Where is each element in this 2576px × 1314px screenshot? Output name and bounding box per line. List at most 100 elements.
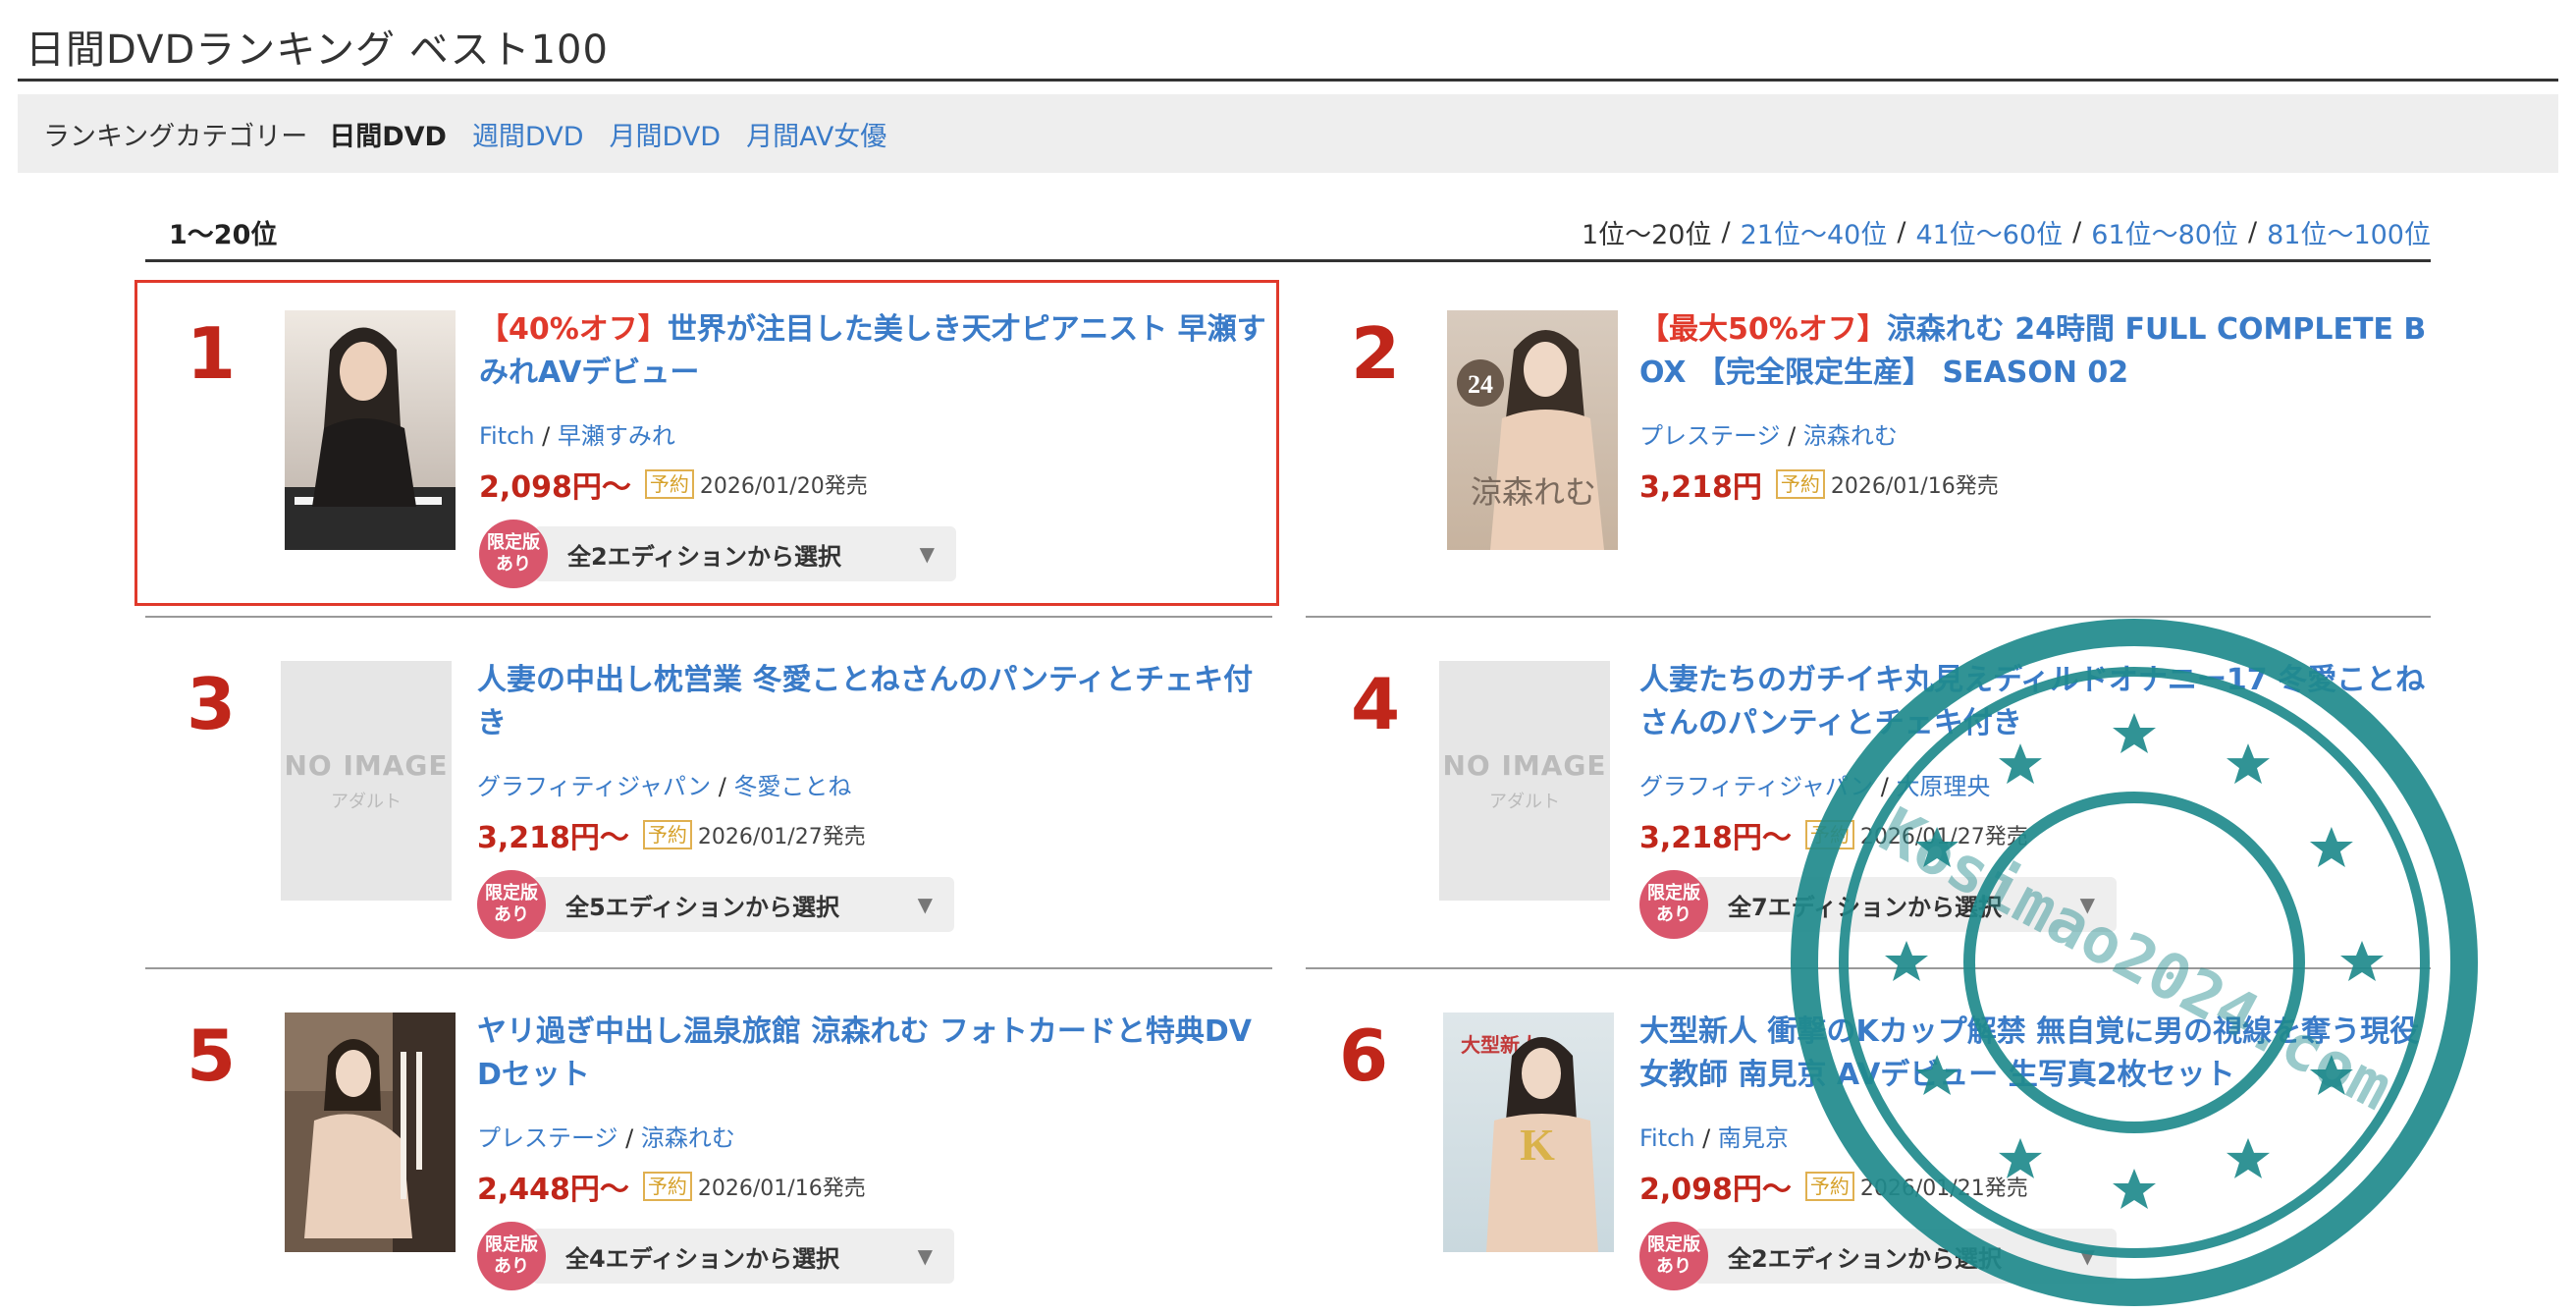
maker-link[interactable]: グラフィティジャパン xyxy=(1639,773,1873,800)
edition-select[interactable]: 全2エディションから選択 ▼ xyxy=(534,526,956,581)
release-date: 2026/01/20発売 xyxy=(699,474,868,499)
title-line-2: Dセット xyxy=(477,1058,590,1092)
actress-link[interactable]: 冬愛ことね xyxy=(733,773,851,800)
limited-edition-badge: 限定版 あり xyxy=(479,520,548,588)
edition-select-label: 全7エディションから選択 xyxy=(1728,893,2003,921)
price: 3,218円 xyxy=(1639,470,1762,505)
price: 2,098円〜 xyxy=(1639,1173,1792,1207)
edition-select[interactable]: 全7エディションから選択 ▼ xyxy=(1694,877,2117,932)
current-range-label: 1〜20位 xyxy=(169,219,278,250)
product-title-link[interactable]: 人妻の中出し枕営業 冬愛ことねさんのパンティとチェキ付 き xyxy=(477,659,1272,745)
pager-21-40[interactable]: 21位〜40位 xyxy=(1741,213,1888,251)
ranking-entry: 5 ヤリ過ぎ中出し温泉旅館 涼森れむ フォトカードと特典DV Dセット プレステ… xyxy=(145,985,1284,1309)
pager-81-100[interactable]: 81位〜100位 xyxy=(2267,213,2431,251)
promo-label: 【最大50%オフ】 xyxy=(1639,312,1887,347)
category-monthly-dvd[interactable]: 月間DVD xyxy=(610,115,722,153)
limited-edition-badge: 限定版 あり xyxy=(477,870,546,939)
maker-link[interactable]: プレステージ xyxy=(477,1124,618,1152)
chevron-down-icon: ▼ xyxy=(919,542,935,566)
title-divider xyxy=(18,79,2558,82)
title-line-2: みれAVデビュー xyxy=(479,356,700,390)
limited-label: 限定版 xyxy=(1647,883,1700,903)
no-image-sub: アダルト xyxy=(1489,791,1560,812)
product-title-link[interactable]: 【最大50%オフ】涼森れむ 24時間 FULL COMPLETE B OX 【完… xyxy=(1639,308,2435,395)
price-line: 3,218円〜 予約 2026/01/27発売 xyxy=(477,813,1272,856)
edition-select[interactable]: 全5エディションから選択 ▼ xyxy=(532,877,954,932)
pager-41-60[interactable]: 41位〜60位 xyxy=(1915,213,2063,251)
maker-link[interactable]: Fitch xyxy=(479,422,535,450)
edition-line: 限定版 あり 全2エディションから選択 ▼ xyxy=(479,520,1274,588)
maker-line: プレステージ / 涼森れむ xyxy=(1639,422,1898,450)
limited-label: 限定版 xyxy=(485,883,538,903)
product-title-link[interactable]: ヤリ過ぎ中出し温泉旅館 涼森れむ フォトカードと特典DV Dセット xyxy=(477,1011,1272,1097)
category-daily-dvd[interactable]: 日間DVD xyxy=(329,115,447,153)
no-image-label: NO IMAGE xyxy=(1442,748,1607,782)
release-date: 2026/01/16発売 xyxy=(697,1177,866,1201)
product-image-placeholder[interactable]: NO IMAGE アダルト xyxy=(1439,661,1610,901)
actress-link[interactable]: 涼森れむ xyxy=(1803,422,1898,450)
product-image[interactable]: 24 涼森れむ xyxy=(1447,310,1618,550)
title-line-2: 女教師 南見京 AVデビュー 生写真2枚セット xyxy=(1639,1058,2235,1092)
rank-number: 3 xyxy=(186,663,237,745)
product-title-link[interactable]: 【40%オフ】世界が注目した美しき天才ピアニスト 早瀬す みれAVデビュー xyxy=(479,308,1274,395)
edition-line: 限定版 あり 全7エディションから選択 ▼ xyxy=(1639,870,2435,939)
product-image[interactable]: 大型新人 K xyxy=(1443,1013,1614,1252)
category-monthly-actress[interactable]: 月間AV女優 xyxy=(746,115,886,153)
category-label: ランキングカテゴリー xyxy=(43,121,308,152)
product-image-placeholder[interactable]: NO IMAGE アダルト xyxy=(281,661,452,901)
maker-link[interactable]: プレステージ xyxy=(1639,422,1781,450)
maker-link[interactable]: グラフィティジャパン xyxy=(477,773,711,800)
release-date: 2026/01/27発売 xyxy=(697,825,866,849)
maker-line: プレステージ / 涼森れむ xyxy=(477,1124,735,1152)
rank-number: 6 xyxy=(1338,1014,1389,1097)
ranking-category-bar: ランキングカテゴリー 日間DVD 週間DVD 月間DVD 月間AV女優 xyxy=(18,94,2558,173)
pager-separator: / xyxy=(2072,216,2082,247)
actress-link[interactable]: 大原理央 xyxy=(1896,773,1990,800)
no-image-sub: アダルト xyxy=(331,791,402,812)
title-line-2: さんのパンティとチェキ付き xyxy=(1639,706,2022,740)
pager-separator: / xyxy=(1721,216,1731,247)
edition-select[interactable]: 全2エディションから選択 ▼ xyxy=(1694,1229,2117,1284)
actress-link[interactable]: 早瀬すみれ xyxy=(558,422,675,450)
edition-select[interactable]: 全4エディションから選択 ▼ xyxy=(532,1229,954,1284)
price: 3,218円〜 xyxy=(477,821,629,855)
rank-number: 5 xyxy=(186,1014,237,1097)
promo-label: 【40%オフ】 xyxy=(479,312,668,347)
limited-label: 限定版 xyxy=(1647,1234,1700,1255)
edition-line: 限定版 あり 全2エディションから選択 ▼ xyxy=(1639,1222,2435,1290)
price-line: 2,448円〜 予約 2026/01/16発売 xyxy=(477,1165,1272,1208)
image-badge: 24 xyxy=(1468,370,1493,399)
title-line-1: 世界が注目した美しき天才ピアニスト 早瀬す xyxy=(667,312,1266,347)
reservation-badge: 予約 xyxy=(642,820,692,849)
reservation-badge: 予約 xyxy=(1804,820,1854,849)
price-line: 2,098円〜 予約 2026/01/20発売 xyxy=(479,463,1274,506)
price: 3,218円〜 xyxy=(1639,821,1792,855)
actress-link[interactable]: 南見京 xyxy=(1718,1124,1789,1152)
limited-label-sub: あり xyxy=(494,1256,529,1277)
row-divider xyxy=(145,967,1272,969)
maker-line: Fitch / 早瀬すみれ xyxy=(479,422,675,450)
limited-edition-badge: 限定版 あり xyxy=(1639,1222,1708,1290)
range-header: 1〜20位 1位〜20位 / 21位〜40位 / 41位〜60位 / 61位〜8… xyxy=(145,211,2431,252)
release-date: 2026/01/21発売 xyxy=(1859,1177,2028,1201)
title-line-2: OX 【完全限定生産】 SEASON 02 xyxy=(1639,356,2129,390)
title-line-1: 涼森れむ 24時間 FULL COMPLETE B xyxy=(1886,312,2427,347)
edition-select-label: 全2エディションから選択 xyxy=(1728,1244,2003,1273)
product-image[interactable] xyxy=(285,310,456,550)
release-date: 2026/01/16発売 xyxy=(1830,474,1999,499)
no-image-label: NO IMAGE xyxy=(284,748,449,782)
row-divider xyxy=(1306,616,2431,618)
category-weekly-dvd[interactable]: 週間DVD xyxy=(472,115,584,153)
maker-link[interactable]: Fitch xyxy=(1639,1124,1695,1152)
product-title-link[interactable]: 人妻たちのガチイキ丸見えディルドオナニー17 冬愛ことね さんのパンティとチェキ… xyxy=(1639,659,2435,745)
ranking-entry: 3 NO IMAGE アダルト 人妻の中出し枕営業 冬愛ことねさんのパンティとチ… xyxy=(145,633,1284,958)
product-image[interactable] xyxy=(285,1013,456,1252)
actress-link[interactable]: 涼森れむ xyxy=(641,1124,735,1152)
product-title-link[interactable]: 大型新人 衝撃のKカップ解禁 無自覚に男の視線を奪う現役 女教師 南見京 AVデ… xyxy=(1639,1011,2435,1097)
limited-label-sub: あり xyxy=(494,904,529,925)
maker-line: グラフィティジャパン / 冬愛ことね xyxy=(477,773,852,800)
reservation-badge: 予約 xyxy=(642,1172,692,1201)
range-divider xyxy=(145,259,2431,262)
maker-line: グラフィティジャパン / 大原理央 xyxy=(1639,773,1991,800)
pager-61-80[interactable]: 61位〜80位 xyxy=(2091,213,2238,251)
